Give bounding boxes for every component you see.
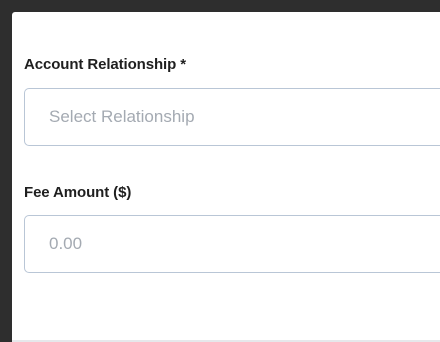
fee-amount-input[interactable]: [25, 216, 440, 272]
account-relationship-input[interactable]: [25, 89, 440, 145]
fee-amount-field[interactable]: [24, 215, 440, 273]
account-relationship-label: Account Relationship *: [24, 56, 186, 73]
account-relationship-select[interactable]: [24, 88, 440, 146]
fee-amount-label: Fee Amount ($): [24, 184, 132, 201]
form-panel: Account Relationship * Fee Amount ($): [12, 12, 440, 342]
